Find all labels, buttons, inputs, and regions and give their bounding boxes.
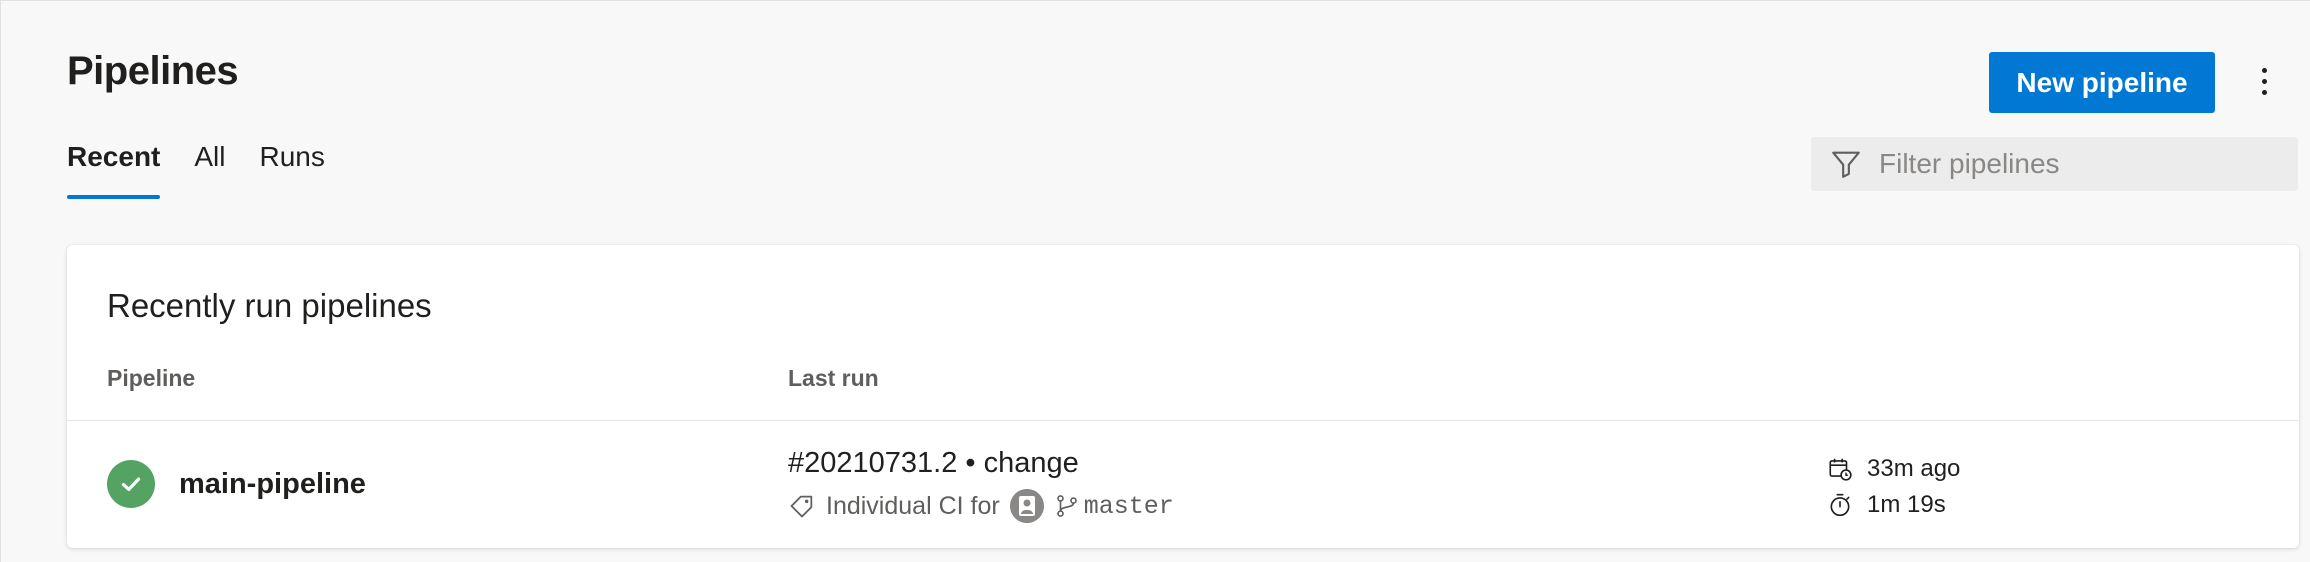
card-title: Recently run pipelines: [107, 287, 432, 324]
tab-runs[interactable]: Runs: [260, 141, 325, 199]
filter-box[interactable]: [1811, 137, 2298, 191]
duration-line: 1m 19s: [1827, 487, 1960, 523]
trigger-text: Individual CI for: [826, 491, 1000, 520]
page-title: Pipelines: [67, 49, 239, 93]
more-dot-icon: [2261, 89, 2267, 95]
calendar-clock-icon: [1829, 458, 1852, 481]
more-options-button[interactable]: [2249, 57, 2279, 105]
duration: 1m 19s: [1867, 491, 1946, 518]
stopwatch-icon: [1830, 493, 1850, 517]
tag-icon: [790, 495, 813, 518]
time-ago-line: 33m ago: [1827, 451, 1960, 487]
new-pipeline-button[interactable]: New pipeline: [1989, 52, 2215, 113]
column-header-last-run: Last run: [788, 365, 879, 391]
table-row[interactable]: main-pipeline #20210731.2 • change Indiv…: [67, 421, 2299, 548]
tab-bar: Recent All Runs: [67, 141, 325, 199]
run-meta: Individual CI for master: [788, 489, 1174, 523]
column-header-pipeline: Pipeline: [107, 365, 196, 391]
avatar[interactable]: [1009, 489, 1044, 523]
branch-icon: [1056, 495, 1077, 517]
filter-icon: [1832, 151, 1860, 178]
more-dot-icon: [2261, 67, 2267, 73]
filter-pipelines-input[interactable]: [1877, 147, 2298, 181]
pipeline-name-link[interactable]: main-pipeline: [179, 468, 366, 501]
tab-recent[interactable]: Recent: [67, 141, 161, 199]
tab-all[interactable]: All: [194, 141, 225, 199]
recent-pipelines-card: Recently run pipelines Pipeline Last run…: [67, 245, 2299, 548]
more-dot-icon: [2261, 78, 2267, 84]
branch-name: master: [1083, 491, 1174, 521]
run-title[interactable]: #20210731.2 • change: [788, 447, 1079, 480]
check-circle-icon: [107, 460, 155, 508]
run-timing: 33m ago 1m 19s: [1827, 451, 1960, 523]
time-ago: 33m ago: [1867, 455, 1961, 482]
